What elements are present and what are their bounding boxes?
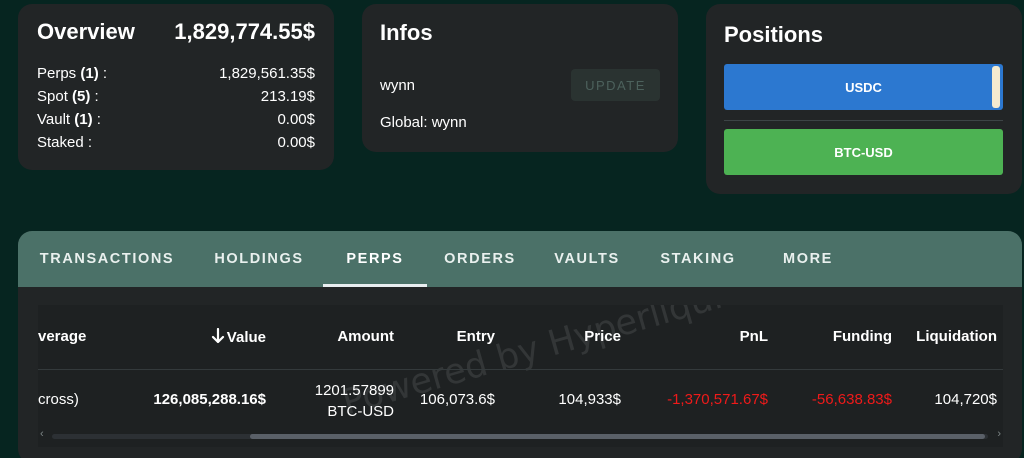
column-header-amount[interactable]: Amount	[337, 328, 394, 345]
overview-header: Overview 1,829,774.55$	[37, 19, 315, 45]
positions-title: Positions	[724, 22, 824, 47]
cell-amount: 1201.57899 BTC-USD	[244, 380, 394, 422]
overview-row-vault: Vault (1) : 0.00$	[37, 108, 315, 131]
overview-total: 1,829,774.55$	[174, 19, 315, 44]
overview-row-value: 1,829,561.35$	[219, 65, 315, 82]
position-bar-btc-usd[interactable]: BTC-USD	[724, 129, 1003, 175]
infos-title: Infos	[380, 20, 433, 45]
cell-liquidation: 104,720$	[934, 391, 997, 408]
column-header-liquidation[interactable]: Liquidation	[916, 328, 997, 345]
overview-row-value: 0.00$	[277, 111, 315, 128]
tab-bar: TRANSACTIONS HOLDINGS PERPS ORDERS VAULT…	[18, 231, 1022, 287]
overview-card: Overview 1,829,774.55$ Perps (1) : 1,829…	[18, 4, 334, 170]
horizontal-scrollbar[interactable]: ‹ ›	[38, 428, 1003, 443]
overview-row-label: Spot (5) :	[37, 88, 99, 105]
column-header-entry[interactable]: Entry	[457, 328, 495, 345]
column-header-pnl[interactable]: PnL	[740, 328, 768, 345]
cell-amount-qty: 1201.57899	[314, 382, 394, 399]
portfolio-panel: TRANSACTIONS HOLDINGS PERPS ORDERS VAULT…	[18, 231, 1022, 458]
tab-more[interactable]: MORE	[755, 231, 861, 287]
cell-pnl: -1,370,571.67$	[667, 391, 768, 408]
header-divider	[38, 369, 1003, 370]
overview-row-label: Staked :	[37, 134, 93, 151]
overview-row-label: Vault (1) :	[37, 111, 101, 128]
overview-row-spot: Spot (5) : 213.19$	[37, 85, 315, 108]
chevron-left-icon[interactable]: ‹	[40, 428, 44, 440]
position-bar-usdc[interactable]: USDC	[724, 64, 1003, 110]
overview-row-value: 0.00$	[277, 134, 315, 151]
overview-row-staked: Staked : 0.00$	[37, 131, 315, 154]
active-tab-indicator	[323, 284, 427, 287]
update-button[interactable]: UPDATE	[571, 69, 660, 101]
position-label: BTC-USD	[834, 144, 893, 160]
tab-vaults[interactable]: VAULTS	[533, 231, 641, 287]
infos-global: Global: wynn	[380, 114, 467, 131]
positions-card: Positions USDC BTC-USD	[706, 4, 1022, 194]
overview-row-label: Perps (1) :	[37, 65, 108, 82]
overview-rows: Perps (1) : 1,829,561.35$ Spot (5) : 213…	[37, 62, 315, 154]
overview-title: Overview	[37, 19, 135, 44]
perps-table: Powered by Hyperliquid verage Value Amou…	[38, 305, 1003, 447]
tab-perps[interactable]: PERPS	[323, 231, 427, 287]
position-marker	[992, 66, 1000, 108]
tab-transactions[interactable]: TRANSACTIONS	[18, 231, 196, 287]
column-header-price[interactable]: Price	[584, 328, 621, 345]
cell-funding: -56,638.83$	[811, 391, 892, 408]
infos-card: Infos wynn UPDATE Global: wynn	[362, 4, 678, 152]
chevron-right-icon[interactable]: ›	[997, 428, 1001, 440]
tab-holdings[interactable]: HOLDINGS	[196, 231, 322, 287]
tab-staking[interactable]: STAKING	[641, 231, 755, 287]
column-header-value[interactable]: Value	[211, 327, 266, 348]
cell-leverage: cross)	[38, 391, 79, 408]
positions-divider	[724, 120, 1003, 121]
overview-row-value: 213.19$	[260, 88, 315, 105]
arrow-down-icon	[211, 327, 225, 348]
overview-row-perps: Perps (1) : 1,829,561.35$	[37, 62, 315, 85]
tab-orders[interactable]: ORDERS	[427, 231, 533, 287]
infos-user: wynn	[380, 77, 416, 94]
position-label: USDC	[845, 79, 882, 95]
cell-amount-asset: BTC-USD	[327, 403, 394, 420]
column-header-funding[interactable]: Funding	[833, 328, 892, 345]
cell-price: 104,933$	[558, 391, 621, 408]
cell-entry: 106,073.6$	[419, 391, 495, 408]
column-header-leverage[interactable]: verage	[38, 328, 86, 345]
scrollbar-thumb[interactable]	[250, 434, 985, 439]
